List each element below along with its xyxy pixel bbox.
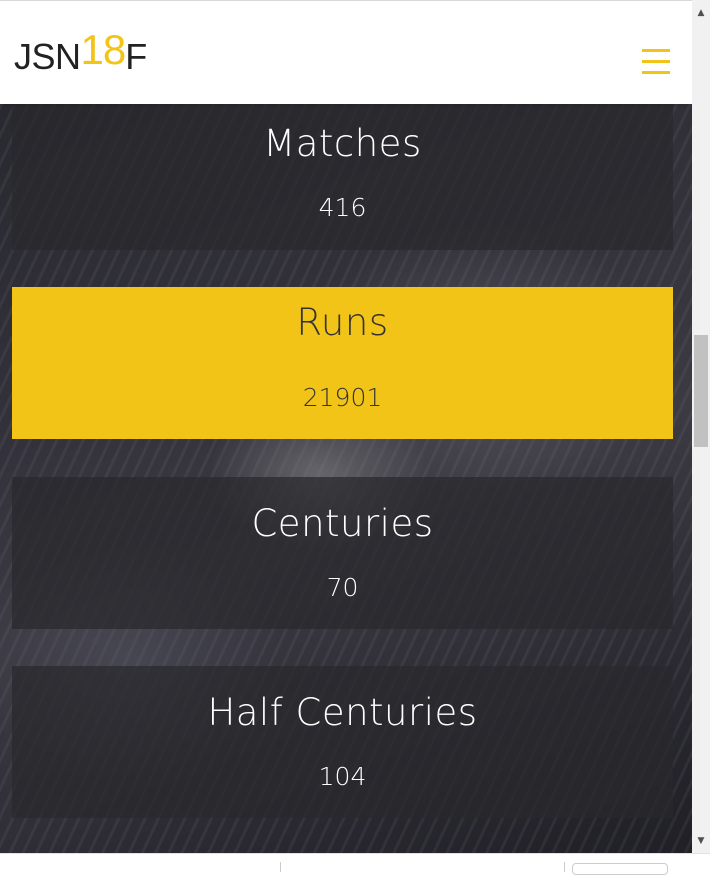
stat-value: 70	[326, 573, 359, 602]
site-logo[interactable]: JSN18F	[14, 26, 148, 79]
stat-value: 21901	[302, 383, 383, 412]
logo-text-f: F	[125, 36, 148, 77]
stat-label: Matches	[263, 122, 422, 165]
bottom-control-box[interactable]	[572, 863, 668, 875]
hamburger-line	[642, 60, 670, 63]
stat-card-matches: Matches 416	[12, 98, 673, 250]
hamburger-line	[642, 49, 670, 52]
stat-card-centuries: Centuries 70	[12, 477, 673, 629]
stat-card-runs: Runs 21901	[12, 287, 673, 439]
site-header: JSN18F	[0, 0, 692, 104]
page-viewport: Matches 416 Runs 21901 Centuries 70 Half…	[0, 0, 692, 853]
scroll-up-arrow-icon[interactable]: ▲	[692, 4, 710, 22]
stat-label: Centuries	[251, 502, 434, 545]
bottom-toolbar-strip	[0, 853, 710, 875]
stat-card-half-centuries: Half Centuries 104	[12, 666, 673, 818]
logo-text-number: 18	[80, 26, 127, 73]
hamburger-line	[642, 71, 670, 74]
stat-label: Half Centuries	[207, 691, 478, 734]
stat-value: 104	[318, 762, 367, 791]
vertical-scrollbar[interactable]: ▲ ▼	[692, 0, 710, 853]
logo-text-jsn: JSN	[14, 36, 81, 77]
hamburger-menu-icon[interactable]	[640, 47, 672, 77]
stat-value: 416	[318, 193, 367, 222]
stat-label: Runs	[296, 301, 389, 344]
scrollbar-thumb[interactable]	[694, 335, 708, 447]
scroll-down-arrow-icon[interactable]: ▼	[692, 832, 710, 850]
